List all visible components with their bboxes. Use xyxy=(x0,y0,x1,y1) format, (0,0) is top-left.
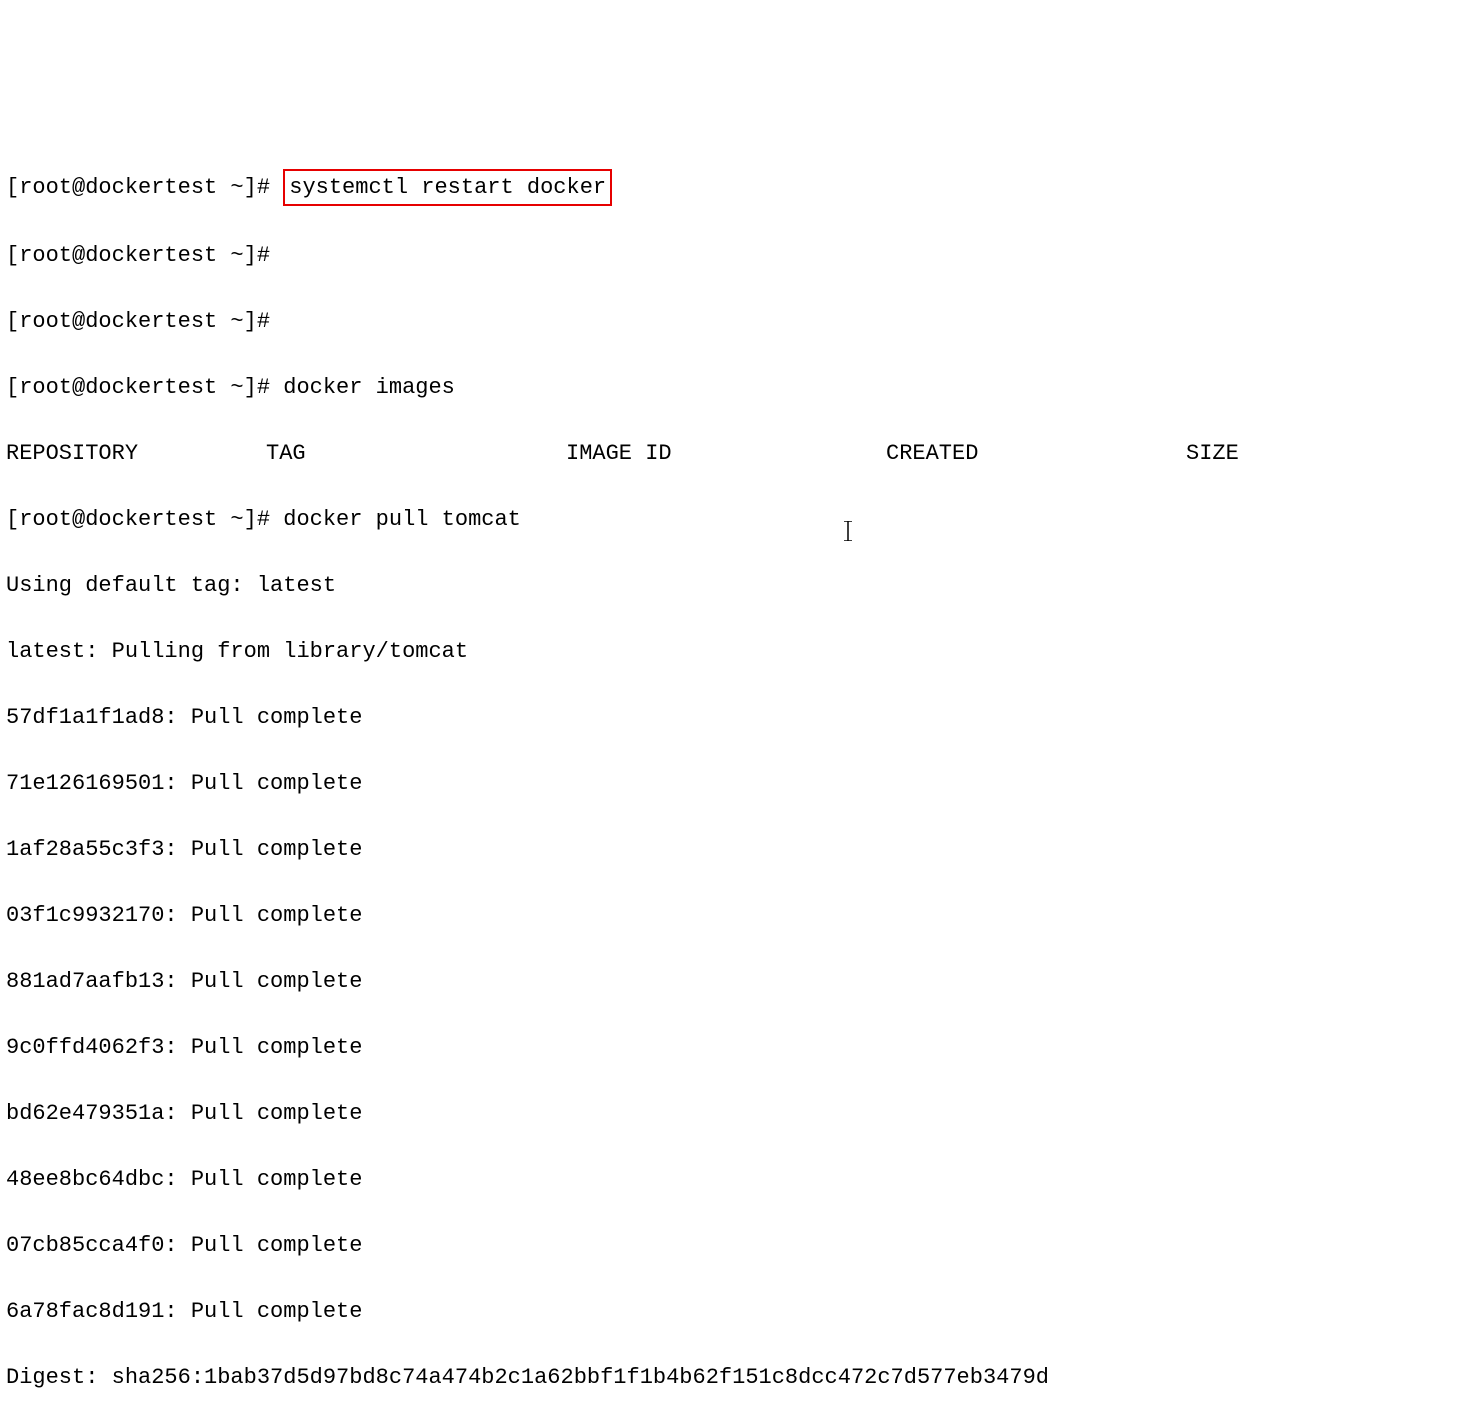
output-layer: 6a78fac8d191: Pull complete xyxy=(6,1295,1470,1328)
command-text: docker images xyxy=(283,375,455,400)
command-line-2: [root@dockertest ~]# xyxy=(6,239,1470,272)
output-layer: 1af28a55c3f3: Pull complete xyxy=(6,833,1470,866)
shell-prompt: [root@dockertest ~]# xyxy=(6,175,270,200)
output-digest: Digest: sha256:1bab37d5d97bd8c74a474b2c1… xyxy=(6,1361,1470,1394)
output-pulling: latest: Pulling from library/tomcat xyxy=(6,635,1470,668)
command-text: docker pull tomcat xyxy=(283,507,521,532)
output-defaulttag: Using default tag: latest xyxy=(6,569,1470,602)
table-header-row: REPOSITORYTAGIMAGE IDCREATEDSIZE xyxy=(6,437,1470,470)
header-created: CREATED xyxy=(886,437,1186,470)
shell-prompt: [root@dockertest ~]# xyxy=(6,309,270,334)
header-imageid: IMAGE ID xyxy=(566,437,886,470)
shell-prompt: [root@dockertest ~]# xyxy=(6,375,270,400)
output-layer: 57df1a1f1ad8: Pull complete xyxy=(6,701,1470,734)
output-layer: 48ee8bc64dbc: Pull complete xyxy=(6,1163,1470,1196)
output-layer: 881ad7aafb13: Pull complete xyxy=(6,965,1470,998)
shell-prompt: [root@dockertest ~]# xyxy=(6,507,270,532)
header-tag: TAG xyxy=(266,437,566,470)
command-text: systemctl restart docker xyxy=(289,175,606,200)
command-line-4: [root@dockertest ~]# docker images xyxy=(6,371,1470,404)
command-line-1: [root@dockertest ~]# systemctl restart d… xyxy=(6,169,1470,206)
output-layer: 71e126169501: Pull complete xyxy=(6,767,1470,800)
highlighted-command: systemctl restart docker xyxy=(283,169,612,206)
output-layer: bd62e479351a: Pull complete xyxy=(6,1097,1470,1130)
caret-icon xyxy=(844,521,852,541)
shell-prompt: [root@dockertest ~]# xyxy=(6,243,270,268)
output-layer: 9c0ffd4062f3: Pull complete xyxy=(6,1031,1470,1064)
command-line-3: [root@dockertest ~]# xyxy=(6,305,1470,338)
text-cursor-caret xyxy=(818,486,852,552)
output-layer: 03f1c9932170: Pull complete xyxy=(6,899,1470,932)
terminal-output[interactable]: [root@dockertest ~]# systemctl restart d… xyxy=(6,136,1470,1410)
output-layer: 07cb85cca4f0: Pull complete xyxy=(6,1229,1470,1262)
header-size: SIZE xyxy=(1186,437,1239,470)
header-repository: REPOSITORY xyxy=(6,437,266,470)
command-line-5: [root@dockertest ~]# docker pull tomcat xyxy=(6,503,1470,536)
